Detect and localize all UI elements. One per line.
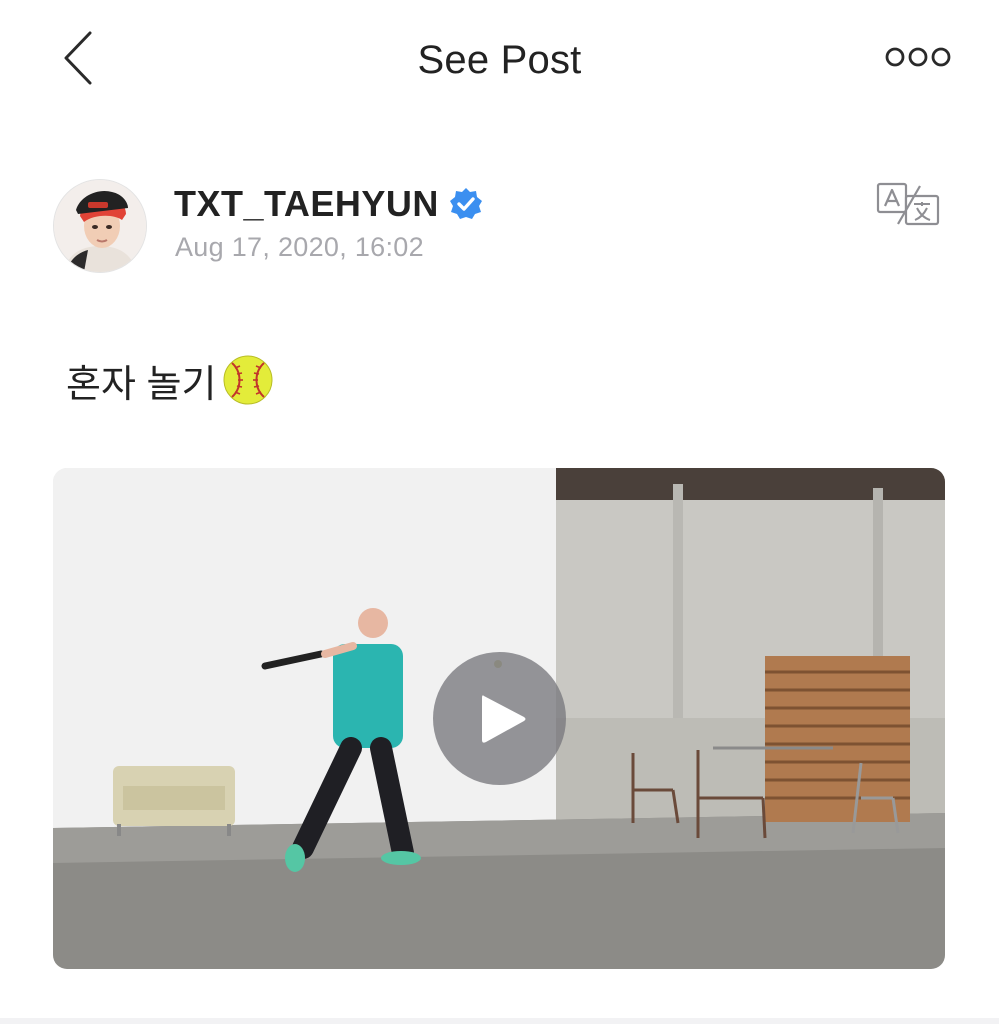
post-body: 혼자 놀기 xyxy=(66,352,274,408)
softball-icon xyxy=(223,355,273,405)
page-title: See Post xyxy=(417,38,582,82)
play-icon xyxy=(482,695,526,743)
verified-badge-icon xyxy=(449,188,482,219)
post-video[interactable] xyxy=(53,468,945,969)
play-button[interactable] xyxy=(433,652,566,785)
translate-icon xyxy=(876,182,940,226)
author-row[interactable]: TXT_TAEHYUN xyxy=(174,182,483,226)
username: TXT_TAEHYUN xyxy=(174,183,439,224)
top-bar: See Post xyxy=(0,0,999,120)
more-options-button[interactable] xyxy=(884,44,952,70)
bottom-divider xyxy=(0,1018,999,1024)
avatar[interactable] xyxy=(54,180,146,272)
post-timestamp: Aug 17, 2020, 16:02 xyxy=(175,232,424,262)
armchair xyxy=(113,766,235,836)
more-dots-icon xyxy=(885,47,951,67)
post-text: 혼자 놀기 xyxy=(66,363,217,406)
translate-button[interactable] xyxy=(876,182,942,226)
